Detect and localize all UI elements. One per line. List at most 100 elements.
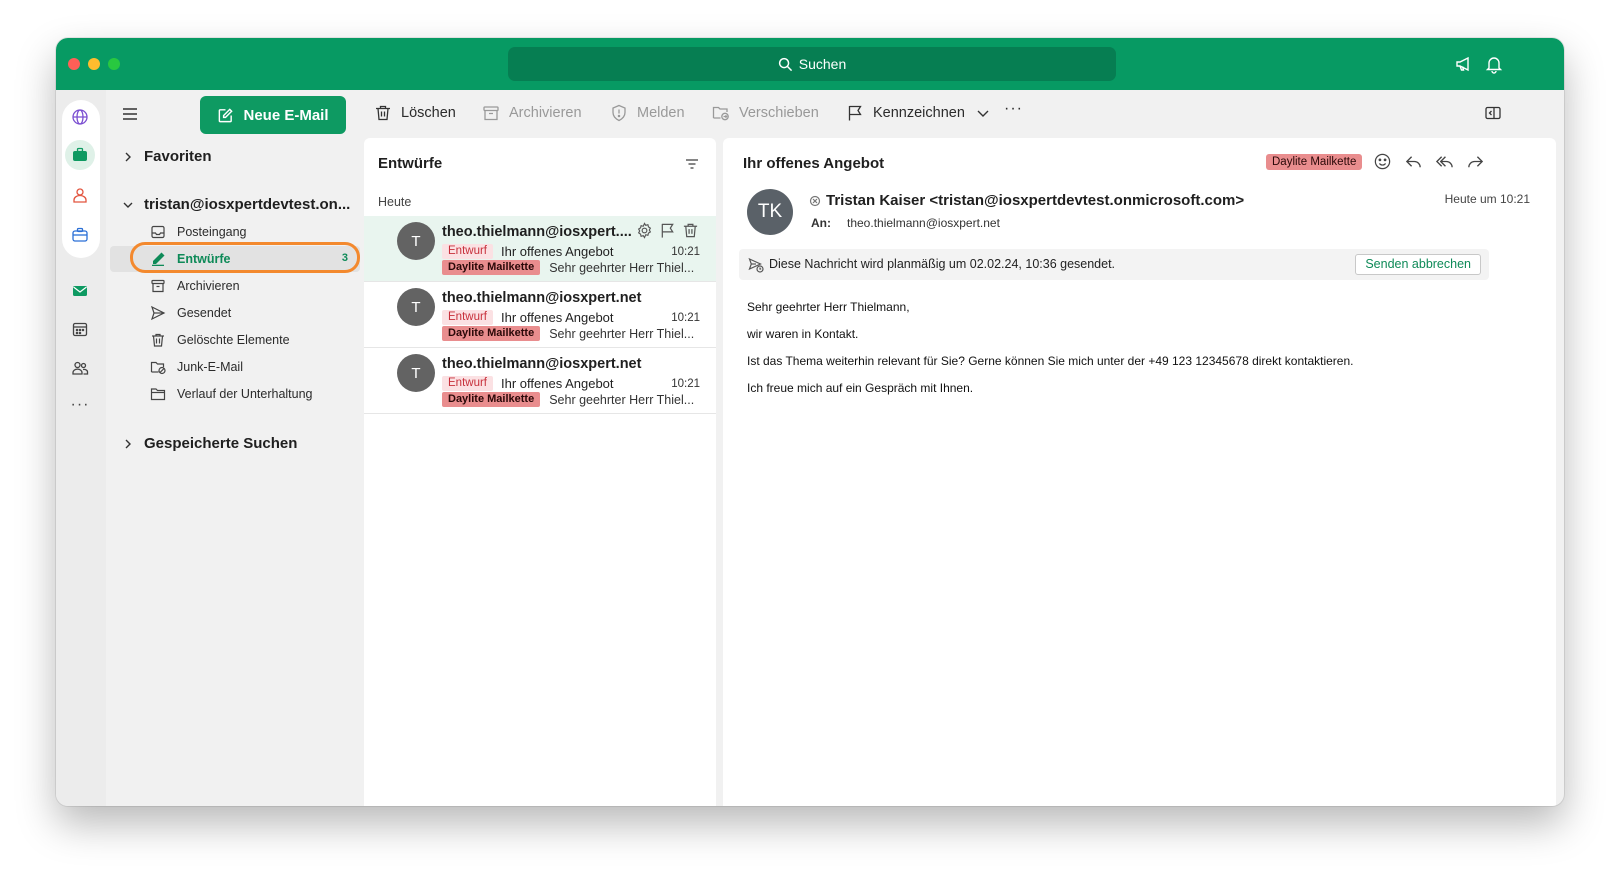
message-subject-line: Entwurf Ihr offenes Angebot — [442, 244, 614, 259]
trash-icon — [376, 105, 390, 121]
search-bar[interactable]: Suchen — [508, 47, 1116, 81]
people-icon[interactable] — [65, 353, 95, 383]
calendar-icon[interactable] — [65, 314, 95, 344]
hamburger-icon[interactable] — [120, 104, 140, 124]
pencil-icon — [152, 252, 165, 266]
briefcase-blue-icon[interactable] — [65, 220, 95, 250]
minimize-window-button[interactable] — [88, 58, 100, 70]
message-subject: Ihr offenes Angebot — [501, 244, 614, 259]
globe-icon[interactable] — [65, 102, 95, 132]
message-time: 10:21 — [671, 246, 700, 258]
folder-archive[interactable]: Archivieren — [110, 273, 360, 299]
search-placeholder: Suchen — [798, 56, 847, 72]
category-tag: Daylite Mailkette — [442, 392, 541, 407]
email-body-line: Sehr geehrter Herr Thielmann, — [747, 300, 910, 314]
message-preview: Sehr geehrter Herr Thiel... — [549, 326, 695, 341]
to-label: An: — [811, 216, 831, 230]
draft-badge: Entwurf — [442, 376, 493, 391]
message-subject-line: Entwurf Ihr offenes Angebot — [442, 310, 614, 325]
cancel-send-button[interactable]: Senden abbrechen — [1355, 254, 1481, 275]
category-tag: Daylite Mailkette — [442, 326, 541, 341]
gear-icon[interactable] — [636, 222, 653, 239]
outlook-window: Suchen ··· Neue E-Mail Favoriten tristan… — [56, 38, 1564, 806]
toggle-pane-button[interactable] — [1484, 104, 1502, 122]
new-mail-button[interactable]: Neue E-Mail — [200, 96, 346, 134]
message-row[interactable]: T theo.thielmann@iosxpert.net Entwurf Ih… — [364, 282, 716, 348]
shield-icon — [612, 104, 626, 122]
toolbar: Löschen Archivieren Melden Verschieben K… — [368, 90, 1564, 138]
chevron-right-icon — [125, 439, 131, 448]
reply-icon[interactable] — [1404, 152, 1423, 171]
message-row[interactable]: T theo.thielmann@iosxpert.... Entwurf Ih… — [364, 216, 716, 282]
new-mail-label: Neue E-Mail — [243, 106, 329, 124]
schedule-banner: Diese Nachricht wird planmäßig um 02.02.… — [739, 249, 1489, 280]
split-view-icon — [1485, 106, 1501, 120]
reading-actions — [1373, 152, 1485, 171]
favorites-label: Favoriten — [144, 148, 212, 165]
mail-icon[interactable] — [65, 276, 95, 306]
flag-dropdown-button[interactable] — [974, 104, 992, 122]
filter-icon[interactable] — [684, 156, 700, 172]
move-button[interactable]: Verschieben — [712, 104, 819, 122]
archive-icon — [483, 106, 499, 121]
forward-icon[interactable] — [1466, 152, 1485, 171]
bell-icon[interactable] — [1484, 54, 1504, 74]
avatar: T — [397, 222, 435, 260]
saved-searches-label: Gespeicherte Suchen — [144, 435, 298, 452]
category-tag: Daylite Mailkette — [442, 260, 541, 275]
message-preview: Sehr geehrter Herr Thiel... — [549, 392, 695, 407]
emoji-icon[interactable] — [1373, 152, 1392, 171]
folder-inbox[interactable]: Posteingang — [110, 219, 360, 245]
folder-drafts[interactable]: Entwürfe 3 — [110, 246, 360, 272]
message-subject: Ihr offenes Angebot — [501, 310, 614, 325]
reply-all-icon[interactable] — [1435, 152, 1454, 171]
email-subject: Ihr offenes Angebot — [743, 155, 885, 172]
message-row[interactable]: T theo.thielmann@iosxpert.net Entwurf Ih… — [364, 348, 716, 414]
folder-icon — [150, 388, 166, 401]
category-tag[interactable]: Daylite Mailkette — [1266, 154, 1363, 170]
more-apps-icon[interactable]: ··· — [65, 390, 95, 420]
folder-conversation-history[interactable]: Verlauf der Unterhaltung — [110, 381, 360, 407]
account-label: tristan@iosxpertdevtest.on... — [144, 196, 351, 213]
saved-searches-section[interactable]: Gespeicherte Suchen — [122, 435, 297, 452]
message-time: 10:21 — [671, 312, 700, 324]
message-subject: Ihr offenes Angebot — [501, 376, 614, 391]
favorites-section[interactable]: Favoriten — [122, 148, 212, 165]
drafts-count-badge: 3 — [341, 252, 348, 264]
recipient[interactable]: theo.thielmann@iosxpert.net — [847, 216, 1000, 230]
account-section[interactable]: tristan@iosxpertdevtest.on... — [122, 196, 350, 213]
scheduled-send-icon — [748, 257, 764, 273]
chevron-right-icon — [125, 152, 131, 161]
trash-icon — [152, 333, 164, 347]
folder-junk[interactable]: Junk-E-Mail — [110, 354, 360, 380]
schedule-text: Diese Nachricht wird planmäßig um 02.02.… — [769, 257, 1116, 271]
message-preview-line: Daylite Mailkette Sehr geehrter Herr Thi… — [442, 326, 694, 341]
chevron-down-icon — [977, 110, 989, 117]
briefcase-icon[interactable] — [65, 140, 95, 170]
compose-icon — [219, 107, 234, 122]
row-actions — [636, 222, 699, 239]
more-options-button[interactable]: ··· — [1004, 100, 1023, 118]
report-button[interactable]: Melden — [610, 104, 685, 122]
email-body-line: wir waren in Kontakt. — [747, 327, 859, 341]
archive-icon — [151, 279, 165, 293]
message-preview: Sehr geehrter Herr Thiel... — [549, 260, 695, 275]
message-sender: theo.thielmann@iosxpert.net — [442, 356, 642, 372]
message-subject-line: Entwurf Ihr offenes Angebot — [442, 376, 614, 391]
recipient-row: An: theo.thielmann@iosxpert.net — [811, 216, 1000, 230]
delete-button[interactable]: Löschen — [374, 104, 456, 122]
flag-icon[interactable] — [659, 222, 676, 239]
megaphone-icon[interactable] — [1454, 54, 1474, 74]
zoom-window-button[interactable] — [108, 58, 120, 70]
email-body-line: Ich freue mich auf ein Gespräch mit Ihne… — [747, 381, 974, 395]
sender-line[interactable]: Tristan Kaiser <tristan@iosxpertdevtest.… — [809, 192, 1244, 209]
junk-folder-icon — [150, 361, 166, 375]
person-icon[interactable] — [65, 180, 95, 210]
flag-icon — [848, 105, 862, 121]
folder-deleted[interactable]: Gelöschte Elemente — [110, 327, 360, 353]
archive-button[interactable]: Archivieren — [482, 104, 582, 122]
folder-sent[interactable]: Gesendet — [110, 300, 360, 326]
flag-button[interactable]: Kennzeichnen — [846, 104, 965, 122]
close-window-button[interactable] — [68, 58, 80, 70]
trash-icon[interactable] — [682, 222, 699, 239]
